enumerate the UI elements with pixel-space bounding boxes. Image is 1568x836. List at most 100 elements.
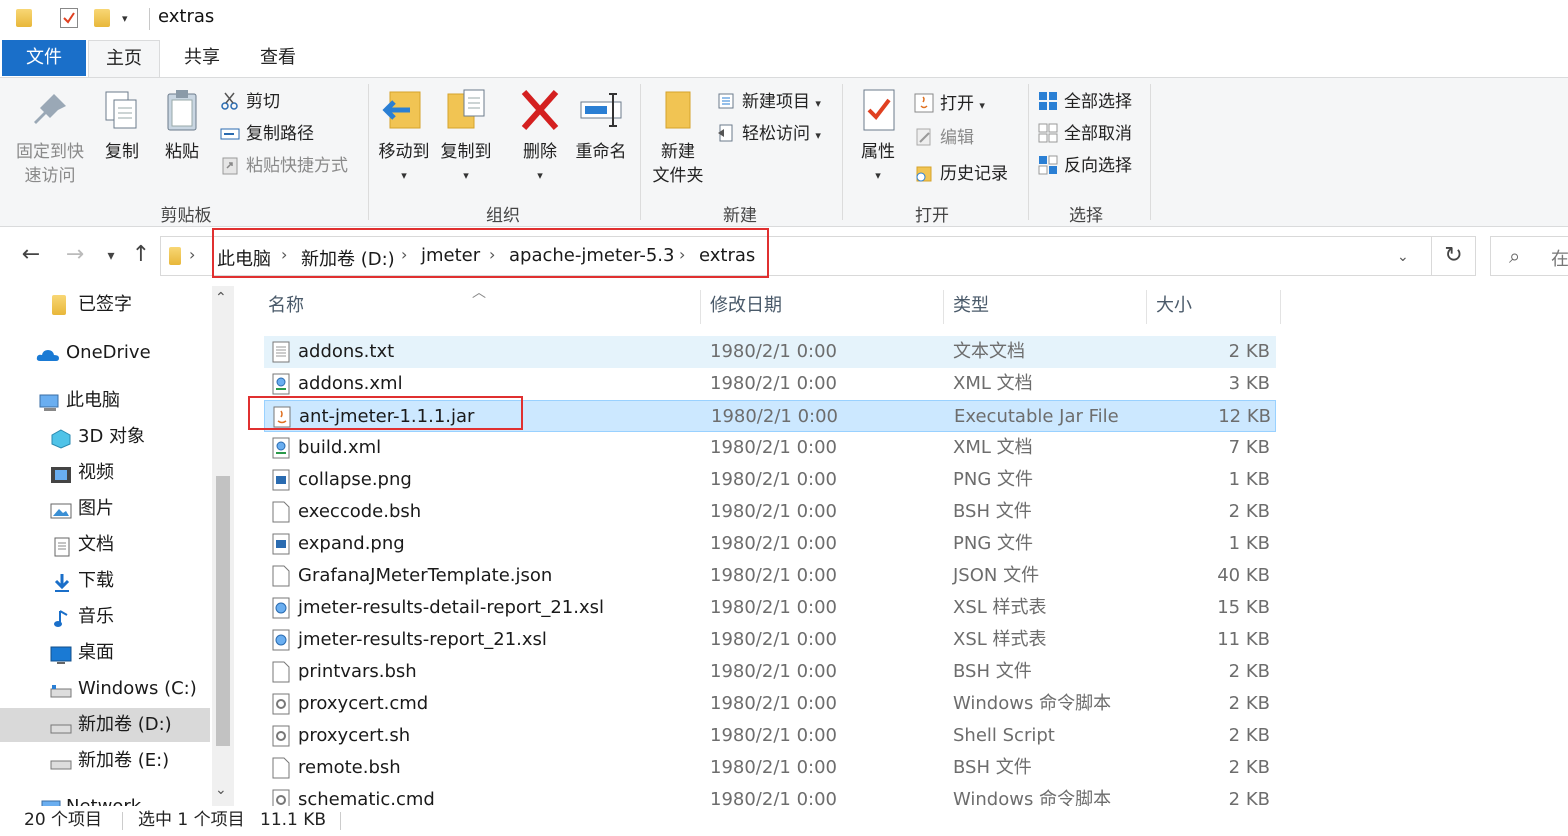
breadcrumb-chevron-icon[interactable]: ›: [679, 245, 685, 264]
copy-path-button[interactable]: 复制路径: [220, 120, 314, 148]
move-to-button[interactable]: 移动到 ▾: [374, 86, 434, 188]
copy-button[interactable]: 复制: [94, 86, 150, 164]
nav-item-downloads[interactable]: 下载: [0, 564, 210, 598]
address-bar[interactable]: › 此电脑 › 新加卷 (D:) › jmeter › apache-jmete…: [160, 236, 1432, 276]
history-button[interactable]: 历史记录: [914, 160, 1008, 188]
breadcrumb-drive-d[interactable]: 新加卷 (D:): [301, 245, 395, 271]
open-java-icon: [914, 93, 934, 113]
file-size: 7 KB: [1228, 437, 1270, 458]
copy-to-button[interactable]: 复制到 ▾: [436, 86, 496, 188]
edit-button[interactable]: 编辑: [914, 124, 974, 152]
file-row[interactable]: build.xml 1980/2/1 0:00 XML 文档 7 KB: [264, 432, 1276, 464]
properties-check-icon[interactable]: [60, 8, 78, 28]
file-size: 2 KB: [1228, 693, 1270, 714]
nav-item-network[interactable]: Network: [0, 790, 210, 806]
chevron-down-icon[interactable]: ▾: [122, 12, 140, 32]
breadcrumb-chevron-icon[interactable]: ›: [489, 245, 495, 264]
file-row[interactable]: addons.xml 1980/2/1 0:00 XML 文档 3 KB: [264, 368, 1276, 400]
easy-access-button[interactable]: 轻松访问 ▾: [716, 120, 821, 148]
select-all-button[interactable]: 全部选择: [1038, 88, 1132, 116]
file-date: 1980/2/1 0:00: [710, 693, 837, 714]
up-arrow-icon[interactable]: ↑: [128, 242, 154, 267]
file-row[interactable]: printvars.bsh 1980/2/1 0:00 BSH 文件 2 KB: [264, 656, 1276, 688]
file-date: 1980/2/1 0:00: [710, 565, 837, 586]
nav-item-onedrive[interactable]: OneDrive: [0, 336, 210, 370]
file-row[interactable]: ant-jmeter-1.1.1.jar 1980/2/1 0:00 Executa…: [264, 400, 1276, 432]
column-header-size[interactable]: 大小: [1156, 286, 1266, 326]
nav-scrollbar[interactable]: ⌃ ⌄: [212, 286, 234, 806]
cut-button[interactable]: 剪切: [220, 88, 280, 116]
delete-button[interactable]: 删除 ▾: [512, 86, 568, 188]
breadcrumb-chevron-icon[interactable]: ›: [189, 245, 195, 264]
file-date: 1980/2/1 0:00: [710, 757, 837, 778]
nav-item-music[interactable]: 音乐: [0, 600, 210, 634]
breadcrumb-jmeter[interactable]: jmeter: [421, 245, 480, 266]
column-header-name[interactable]: 名称: [268, 286, 698, 326]
file-row[interactable]: remote.bsh 1980/2/1 0:00 BSH 文件 2 KB: [264, 752, 1276, 784]
nav-item-3d-objects[interactable]: 3D 对象: [0, 420, 210, 454]
breadcrumb-this-pc[interactable]: 此电脑: [217, 245, 271, 271]
column-header-type[interactable]: 类型: [953, 286, 1143, 326]
nav-item-desktop[interactable]: 桌面: [0, 636, 210, 670]
breadcrumb-chevron-icon[interactable]: ›: [281, 245, 287, 264]
copy-path-icon: [220, 123, 240, 143]
tab-home[interactable]: 主页: [88, 40, 160, 78]
new-folder-icon[interactable]: [94, 9, 110, 27]
file-row[interactable]: expand.png 1980/2/1 0:00 PNG 文件 1 KB: [264, 528, 1276, 560]
rename-button[interactable]: 重命名: [570, 86, 632, 164]
scroll-down-icon[interactable]: ⌄: [215, 782, 227, 798]
file-row[interactable]: addons.txt 1980/2/1 0:00 文本文档 2 KB: [264, 336, 1276, 368]
paste-shortcut-button[interactable]: 粘贴快捷方式: [220, 152, 348, 180]
paste-shortcut-icon: [220, 155, 240, 175]
paste-button[interactable]: 粘贴: [154, 86, 210, 164]
forward-arrow-icon[interactable]: →: [62, 242, 88, 267]
new-item-button[interactable]: 新建项目 ▾: [716, 88, 821, 116]
column-header-date[interactable]: 修改日期: [710, 286, 940, 326]
file-row[interactable]: collapse.png 1980/2/1 0:00 PNG 文件 1 KB: [264, 464, 1276, 496]
nav-item-drive-c[interactable]: Windows (C:): [0, 672, 210, 706]
file-size: 2 KB: [1228, 501, 1270, 522]
nav-item-documents[interactable]: 文档: [0, 528, 210, 562]
open-button[interactable]: 打开 ▾: [914, 90, 985, 118]
select-none-button[interactable]: 全部取消: [1038, 120, 1132, 148]
file-row[interactable]: proxycert.sh 1980/2/1 0:00 Shell Script 2 K…: [264, 720, 1276, 752]
file-date: 1980/2/1 0:00: [710, 437, 837, 458]
search-box[interactable]: ⌕ 在: [1490, 236, 1568, 276]
breadcrumb-apache-jmeter[interactable]: apache-jmeter-5.3: [509, 245, 674, 266]
recent-locations-chevron-icon[interactable]: ▾: [98, 248, 124, 264]
file-row[interactable]: schematic.cmd 1980/2/1 0:00 Windows 命令脚本 2 …: [264, 784, 1276, 806]
file-size: 1 KB: [1228, 469, 1270, 490]
nav-item-pictures[interactable]: 图片: [0, 492, 210, 526]
file-row[interactable]: jmeter-results-report_21.xsl 1980/2/1 0:0…: [264, 624, 1276, 656]
file-row[interactable]: jmeter-results-detail-report_21.xsl 1980/…: [264, 592, 1276, 624]
scrollbar-thumb[interactable]: [216, 476, 230, 746]
address-dropdown-chevron-icon[interactable]: ⌄: [1397, 249, 1409, 265]
scroll-up-icon[interactable]: ⌃: [215, 290, 227, 306]
file-name: ant-jmeter-1.1.1.jar: [299, 406, 475, 427]
new-folder-button[interactable]: 新建 文件夹: [646, 86, 710, 188]
invert-selection-button[interactable]: 反向选择: [1038, 152, 1132, 180]
file-row[interactable]: proxycert.cmd 1980/2/1 0:00 Windows 命令脚本 2 …: [264, 688, 1276, 720]
pin-quick-access-button[interactable]: 固定到快 速访问: [8, 86, 92, 188]
refresh-icon[interactable]: ↻: [1432, 236, 1476, 276]
file-type: BSH 文件: [953, 757, 1032, 778]
file-row[interactable]: execcode.bsh 1980/2/1 0:00 BSH 文件 2 KB: [264, 496, 1276, 528]
tab-file[interactable]: 文件: [2, 40, 86, 76]
chevron-down-icon: ▾: [537, 169, 543, 182]
tab-view[interactable]: 查看: [242, 40, 314, 76]
file-row[interactable]: GrafanaJMeterTemplate.json 1980/2/1 0:00 J…: [264, 560, 1276, 592]
xml-file-icon: [272, 437, 290, 459]
properties-button[interactable]: 属性 ▾: [850, 86, 906, 188]
breadcrumb-extras[interactable]: extras: [699, 245, 755, 266]
breadcrumb-chevron-icon[interactable]: ›: [401, 245, 407, 264]
file-size: 11 KB: [1217, 629, 1270, 650]
nav-item-drive-e[interactable]: 新加卷 (E:): [0, 744, 210, 778]
nav-item-signed[interactable]: 已签字: [0, 288, 210, 322]
ribbon: 固定到快 速访问 复制 粘贴 剪切 复制路径 粘贴快捷方式 剪贴板 移动到 ▾ …: [0, 77, 1568, 227]
nav-item-videos[interactable]: 视频: [0, 456, 210, 490]
pc-icon: [38, 391, 60, 411]
tab-share[interactable]: 共享: [166, 40, 238, 76]
nav-item-this-pc[interactable]: 此电脑: [0, 384, 210, 418]
nav-item-drive-d[interactable]: 新加卷 (D:): [0, 708, 210, 742]
back-arrow-icon[interactable]: ←: [18, 242, 44, 267]
